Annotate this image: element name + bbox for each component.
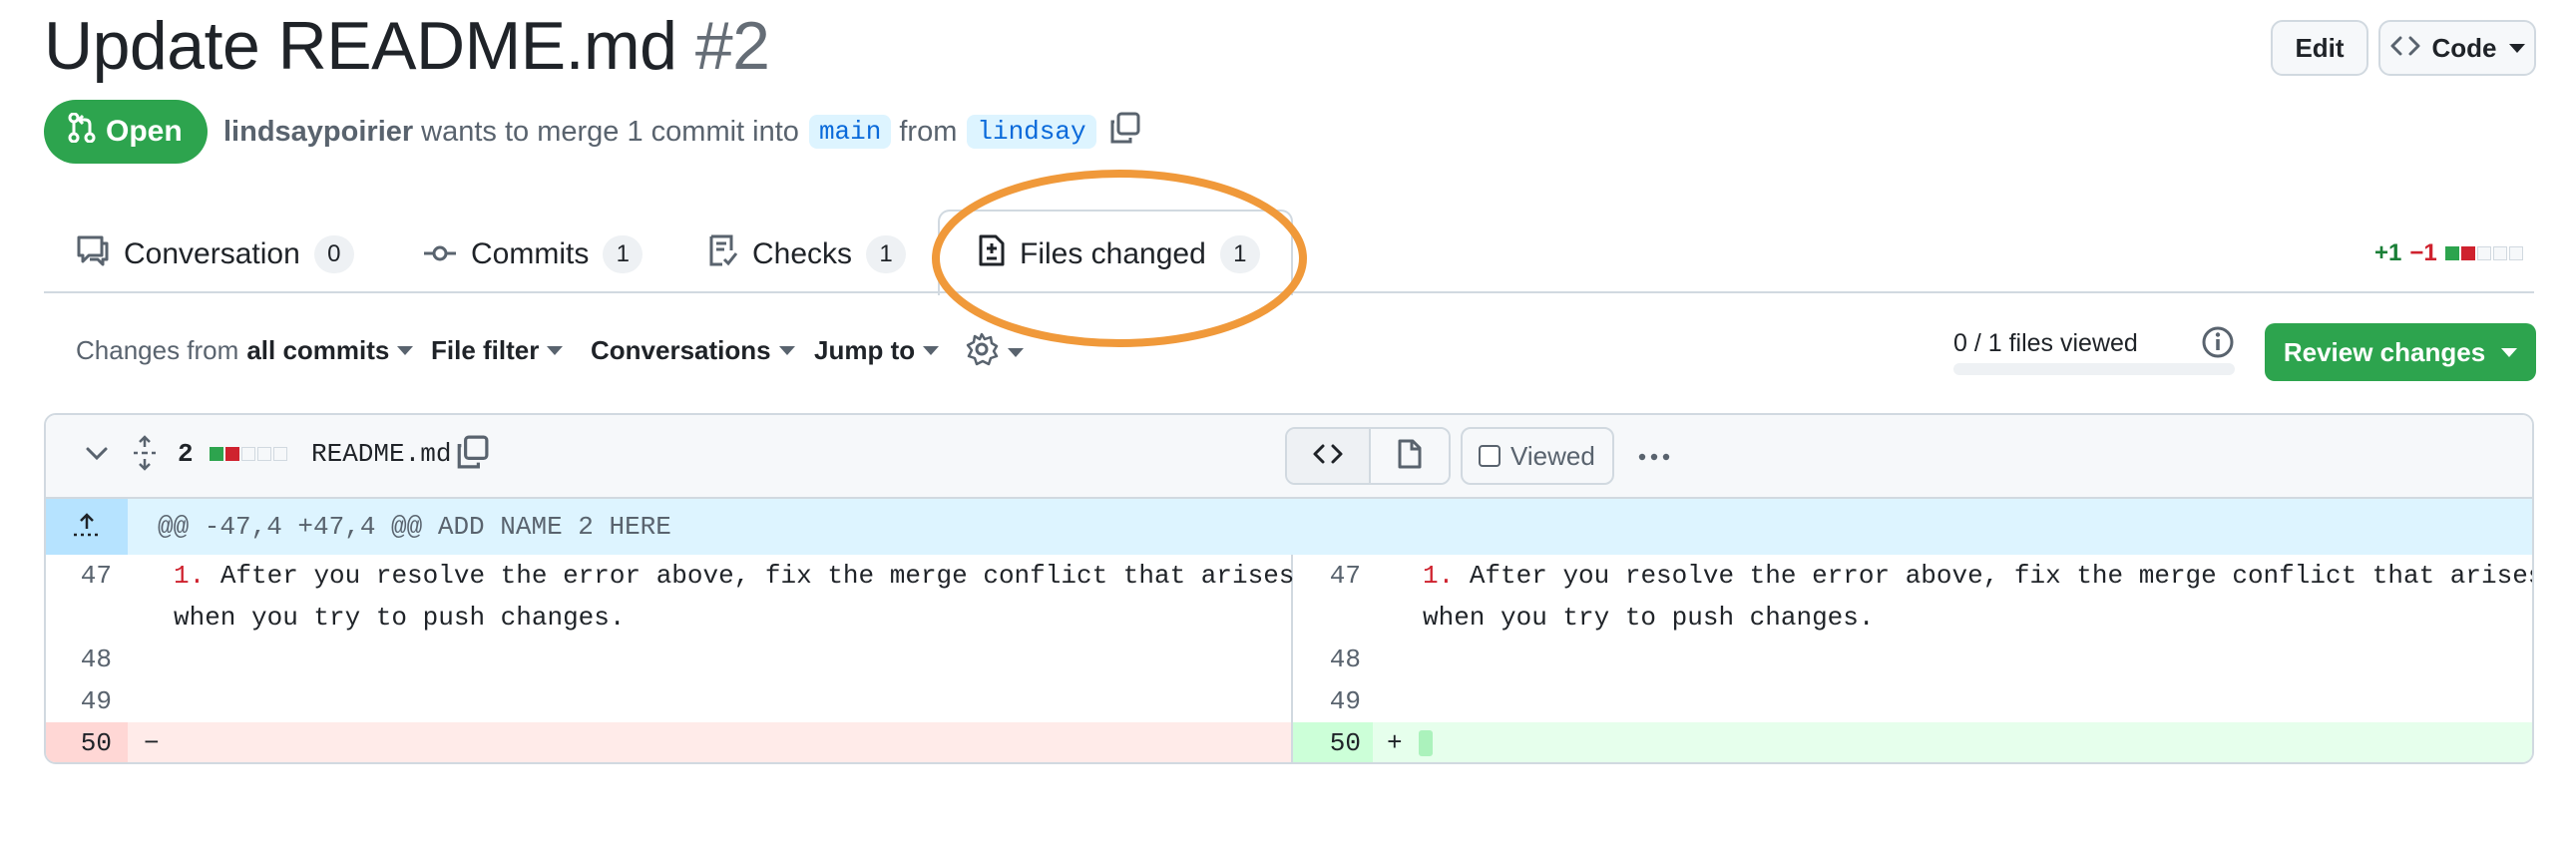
annotation-circle	[932, 170, 1307, 347]
jump-to-dropdown[interactable]: Jump to	[814, 335, 940, 366]
chevron-down-icon	[2508, 43, 2525, 53]
changes-from-dropdown[interactable]: Changes from all commits	[76, 335, 414, 366]
jump-to-label: Jump to	[814, 335, 916, 365]
tab-count: 1	[603, 235, 644, 273]
chevron-down-icon	[1008, 348, 1024, 357]
line-number[interactable]: 49	[52, 680, 112, 722]
file-diffstat-bar	[210, 447, 289, 466]
collapse-chevron-icon[interactable]	[84, 441, 110, 472]
addition-sign: +	[1387, 728, 1403, 758]
line-number[interactable]: 50	[52, 722, 112, 762]
diffstat-bar	[2444, 239, 2525, 267]
line-number[interactable]: 48	[1301, 639, 1361, 680]
chevron-down-icon	[923, 346, 940, 355]
chevron-down-icon	[547, 346, 564, 355]
chevron-down-icon	[2501, 347, 2518, 357]
diffstat: +1 −1	[2374, 239, 2525, 267]
tab-label: Checks	[752, 237, 853, 270]
file-filter-dropdown[interactable]: File filter	[431, 335, 564, 366]
hunk-header-text: @@ -47,4 +47,4 @@ ADD NAME 2 HERE	[158, 512, 671, 542]
tab-checks[interactable]: Checks 1	[708, 217, 907, 291]
comment-icon	[76, 234, 110, 274]
list-marker: 1.	[174, 561, 206, 591]
checklist-icon	[708, 233, 738, 275]
gear-icon	[964, 331, 1000, 374]
source-diff-button[interactable]	[1287, 429, 1371, 483]
conversations-label: Conversations	[591, 335, 771, 365]
diff-settings-dropdown[interactable]	[964, 331, 1024, 374]
deletion-row	[46, 722, 1291, 762]
file-icon	[1397, 438, 1423, 475]
merge-text: wants to merge 1 commit into	[421, 115, 799, 148]
file-change-count: 2	[178, 439, 194, 469]
deletions-count: −1	[2409, 239, 2437, 266]
expand-up-button[interactable]	[46, 499, 128, 555]
addition-row	[1293, 722, 2532, 762]
view-toggle-group	[1285, 427, 1451, 485]
code-line-continuation: when you try to push changes.	[174, 603, 626, 633]
line-number[interactable]: 48	[52, 639, 112, 680]
code-button-label: Code	[2431, 32, 2497, 63]
code-text: After you resolve the error above, fix t…	[1469, 561, 2534, 591]
from-text: from	[899, 115, 958, 148]
pr-title: Update README.md #2	[44, 6, 770, 86]
viewed-label: Viewed	[1510, 440, 1595, 471]
pr-meta: lindsaypoirier wants to merge 1 commit i…	[223, 112, 1140, 152]
expand-all-icon[interactable]	[132, 435, 158, 476]
code-icon	[2390, 33, 2420, 64]
tab-label: Commits	[471, 237, 590, 270]
pr-number: #2	[694, 8, 770, 84]
code-line: 1. After you resolve the error above, fi…	[1423, 555, 2534, 597]
tab-label: Conversation	[124, 237, 300, 270]
commit-icon	[423, 237, 457, 271]
info-icon[interactable]	[2201, 325, 2235, 364]
code-line: 1. After you resolve the error above, fi…	[174, 555, 1294, 597]
edit-button[interactable]: Edit	[2271, 20, 2368, 76]
line-number[interactable]: 50	[1301, 722, 1361, 762]
status-badge-label: Open	[106, 115, 183, 148]
changes-from-value: all commits	[246, 335, 390, 365]
file-diff: 2 README.md Viewed @@ -47,4 +47,4 @@ ADD	[44, 413, 2534, 764]
file-header: 2 README.md Viewed	[46, 415, 2532, 499]
tab-count: 0	[313, 235, 354, 273]
pr-title-text: Update README.md	[44, 8, 677, 84]
file-name[interactable]: README.md	[311, 439, 451, 469]
review-changes-label: Review changes	[2283, 336, 2486, 367]
code-text: After you resolve the error above, fix t…	[219, 561, 1295, 591]
changes-from-prefix: Changes from	[76, 335, 239, 365]
status-badge: Open	[44, 100, 208, 164]
code-button[interactable]: Code	[2378, 20, 2536, 76]
chevron-down-icon	[778, 346, 795, 355]
line-number[interactable]: 49	[1301, 680, 1361, 722]
copy-icon[interactable]	[1108, 112, 1140, 152]
author-link[interactable]: lindsaypoirier	[223, 116, 413, 149]
files-viewed-text: 0 / 1 files viewed	[1953, 329, 2138, 357]
added-whitespace-highlight	[1419, 730, 1433, 756]
edit-button-label: Edit	[2295, 32, 2345, 63]
git-pull-request-icon	[68, 112, 96, 151]
review-changes-button[interactable]: Review changes	[2265, 323, 2536, 381]
expand-up-icon	[72, 511, 102, 546]
line-number[interactable]: 47	[52, 555, 112, 597]
checkbox-icon	[1479, 445, 1501, 467]
base-branch[interactable]: main	[808, 115, 892, 149]
chevron-down-icon	[397, 346, 414, 355]
list-marker: 1.	[1423, 561, 1455, 591]
files-viewed-progress	[1953, 363, 2235, 375]
viewed-checkbox[interactable]: Viewed	[1461, 427, 1614, 485]
line-number[interactable]: 47	[1301, 555, 1361, 597]
copy-icon[interactable]	[455, 435, 489, 474]
tab-conversation[interactable]: Conversation 0	[76, 217, 354, 291]
kebab-horizontal-icon[interactable]	[1636, 439, 1672, 480]
deletion-sign: −	[144, 728, 160, 758]
conversations-dropdown[interactable]: Conversations	[591, 335, 795, 366]
rich-diff-button[interactable]	[1371, 429, 1449, 483]
file-filter-label: File filter	[431, 335, 540, 365]
tab-count: 1	[866, 235, 907, 273]
additions-count: +1	[2374, 239, 2402, 266]
code-line-continuation: when you try to push changes.	[1423, 603, 1875, 633]
code-icon	[1312, 443, 1344, 470]
head-branch[interactable]: lindsay	[967, 115, 1096, 149]
tab-commits[interactable]: Commits 1	[423, 217, 644, 291]
